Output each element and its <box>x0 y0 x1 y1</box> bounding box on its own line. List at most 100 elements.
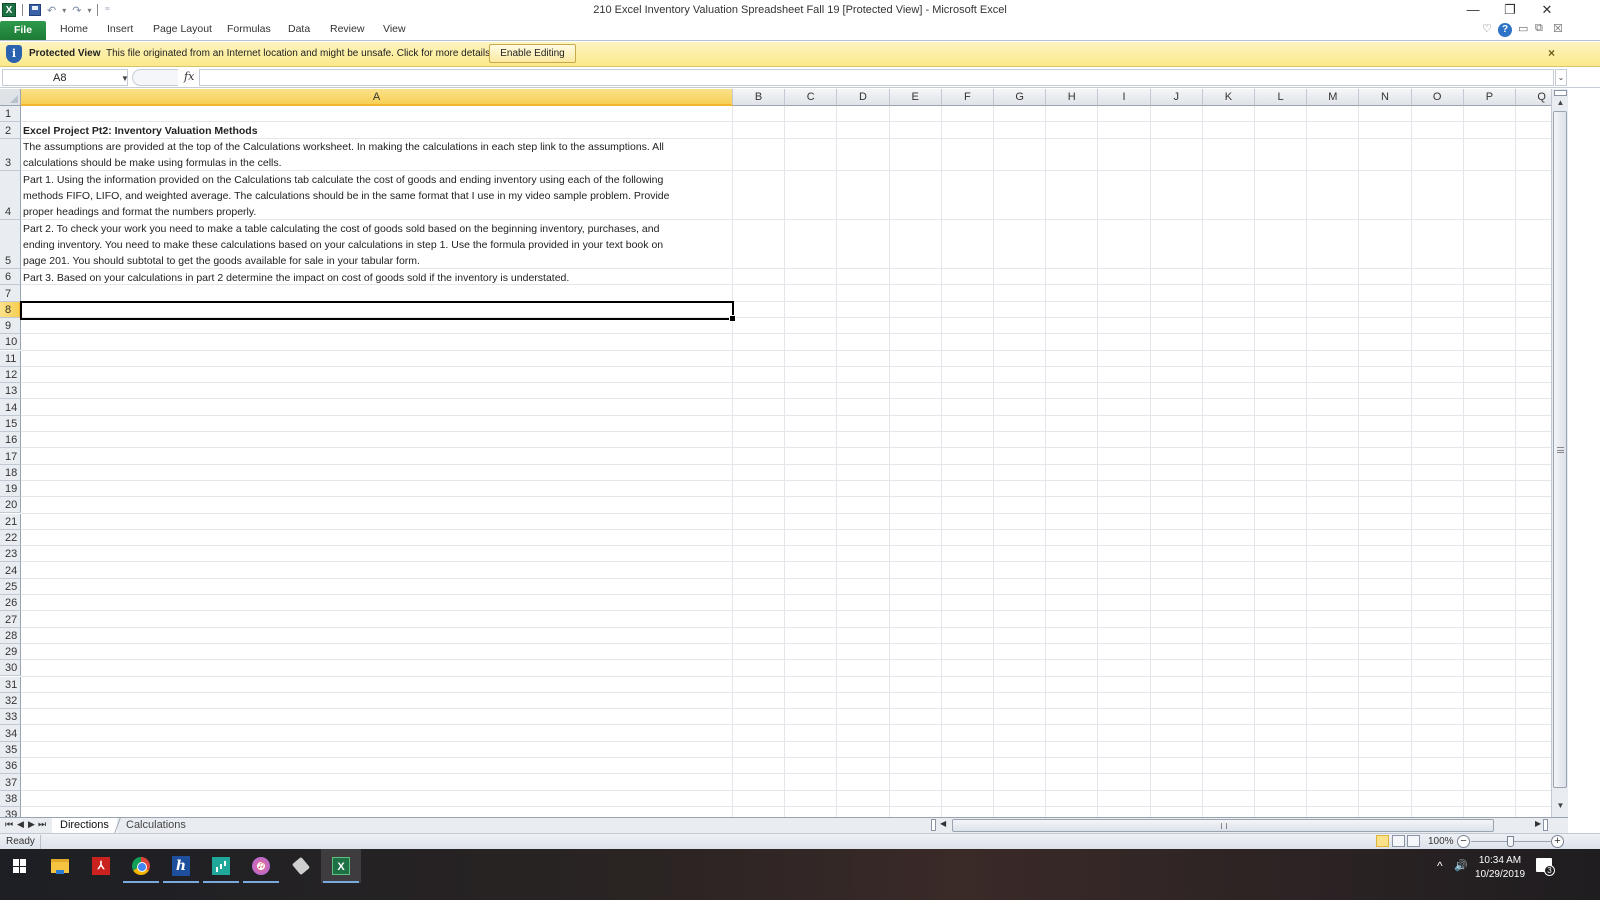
active-cell-a8[interactable] <box>20 301 736 322</box>
row-header-8[interactable]: 8 <box>0 301 21 318</box>
taskbar-tag-app[interactable] <box>281 849 321 883</box>
scroll-right-icon[interactable]: ▶ <box>1535 819 1541 828</box>
row-header-6[interactable]: 6 <box>0 269 21 286</box>
row-header-39[interactable]: 39 <box>0 806 21 817</box>
row-header-2[interactable]: 2 <box>0 122 21 139</box>
sheet-tab-calculations[interactable]: Calculations <box>114 818 197 833</box>
scroll-down-icon[interactable]: ▼ <box>1552 801 1569 813</box>
split-box[interactable] <box>1554 90 1567 96</box>
tab-formulas[interactable]: Formulas <box>227 23 271 35</box>
last-sheet-icon[interactable]: ⏭ <box>38 819 46 830</box>
taskbar-file-explorer[interactable] <box>40 849 80 883</box>
row-header-12[interactable]: 12 <box>0 366 21 384</box>
cell-a4-line-3[interactable]: proper headings and format the numbers p… <box>23 204 256 220</box>
zoom-out-button[interactable]: − <box>1457 835 1470 848</box>
column-header-h[interactable]: H <box>1046 89 1099 106</box>
row-header-7[interactable]: 7 <box>0 285 21 302</box>
tab-data[interactable]: Data <box>288 23 310 35</box>
taskbar-h-app[interactable]: h <box>161 849 201 883</box>
row-header-22[interactable]: 22 <box>0 529 21 547</box>
scroll-left-icon[interactable]: ◀ <box>940 819 946 828</box>
vertical-scroll-thumb[interactable] <box>1553 111 1567 788</box>
column-header-l[interactable]: L <box>1255 89 1308 106</box>
column-header-q[interactable]: Q <box>1516 89 1551 106</box>
taskbar-chrome[interactable] <box>121 849 161 883</box>
row-header-4[interactable]: 4 <box>0 171 21 221</box>
tab-file[interactable]: File <box>0 21 46 40</box>
row-header-29[interactable]: 29 <box>0 643 21 661</box>
row-header-33[interactable]: 33 <box>0 709 21 726</box>
cell-a5-line-1[interactable]: Part 2. To check your work you need to m… <box>23 221 659 237</box>
worksheet-grid[interactable]: ABCDEFGHIJKLMNOPQ 1 2 3 4 5 6 7 8 9 10 11 12 13 14 15 1… <box>0 89 1551 817</box>
enable-editing-button[interactable]: Enable Editing <box>489 44 576 63</box>
clock[interactable]: 10:34 AM 10/29/2019 <box>1470 854 1530 882</box>
restore-button[interactable]: ❐ <box>1495 2 1525 18</box>
column-header-m[interactable]: M <box>1307 89 1360 106</box>
name-box-dropdown-icon[interactable]: ▼ <box>121 74 129 83</box>
row-header-26[interactable]: 26 <box>0 595 21 612</box>
tab-review[interactable]: Review <box>330 23 364 35</box>
cell-a5-line-2[interactable]: ending inventory. You need to make these… <box>23 237 663 253</box>
taskbar-chart-app[interactable] <box>201 849 241 883</box>
row-header-17[interactable]: 17 <box>0 448 21 465</box>
close-button[interactable]: ✕ <box>1532 2 1562 18</box>
taskbar-acrobat[interactable]: ⅄ <box>81 849 121 883</box>
cell-a3-line-2[interactable]: calculations should be make using formul… <box>23 155 282 171</box>
tab-home[interactable]: Home <box>60 23 88 35</box>
zoom-in-button[interactable]: + <box>1551 835 1564 848</box>
row-header-15[interactable]: 15 <box>0 415 21 432</box>
protected-view-message[interactable]: This file originated from an Internet lo… <box>106 48 493 59</box>
formula-input[interactable] <box>199 69 1554 86</box>
row-header-14[interactable]: 14 <box>0 399 21 416</box>
taskbar-itunes[interactable]: ♫ <box>241 849 281 883</box>
row-header-27[interactable]: 27 <box>0 611 21 628</box>
column-header-i[interactable]: I <box>1098 89 1151 106</box>
row-header-23[interactable]: 23 <box>0 546 21 563</box>
minimize-ribbon-icon[interactable]: ♡ <box>1482 22 1492 35</box>
vertical-scrollbar[interactable]: ▲ ▼ <box>1551 89 1568 817</box>
row-header-11[interactable]: 11 <box>0 350 21 367</box>
first-sheet-icon[interactable]: ⏮ <box>5 819 13 830</box>
row-header-3[interactable]: 3 <box>0 138 21 172</box>
cell-a3-line-1[interactable]: The assumptions are provided at the top … <box>23 139 664 155</box>
column-header-b[interactable]: B <box>733 89 786 106</box>
prev-sheet-icon[interactable]: ◀ <box>17 819 24 830</box>
row-header-13[interactable]: 13 <box>0 383 21 400</box>
cell-a4-line-1[interactable]: Part 1. Using the information provided o… <box>23 172 663 188</box>
row-header-36[interactable]: 36 <box>0 758 21 775</box>
column-header-j[interactable]: J <box>1150 89 1203 106</box>
row-header-35[interactable]: 35 <box>0 741 21 758</box>
row-header-20[interactable]: 20 <box>0 497 21 514</box>
row-header-30[interactable]: 30 <box>0 660 21 677</box>
insert-function-icon[interactable]: fx <box>184 70 194 83</box>
formula-bar-handle[interactable] <box>132 69 178 86</box>
doc-minimize-icon[interactable]: ▭ <box>1518 22 1528 35</box>
select-all-button[interactable] <box>0 89 21 106</box>
start-button[interactable] <box>0 849 40 883</box>
horizontal-scroll-thumb[interactable] <box>952 819 1494 832</box>
tab-page-layout[interactable]: Page Layout <box>153 23 212 35</box>
row-header-9[interactable]: 9 <box>0 317 21 335</box>
row-header-18[interactable]: 18 <box>0 464 21 481</box>
column-header-e[interactable]: E <box>889 89 942 106</box>
row-header-16[interactable]: 16 <box>0 432 21 449</box>
tab-split-box[interactable] <box>931 819 936 831</box>
tab-insert[interactable]: Insert <box>107 23 133 35</box>
row-header-24[interactable]: 24 <box>0 562 21 579</box>
sheet-tab-directions[interactable]: Directions <box>52 818 117 833</box>
expand-formula-bar-icon[interactable]: ⌄ <box>1555 69 1567 86</box>
row-header-34[interactable]: 34 <box>0 725 21 742</box>
row-header-37[interactable]: 37 <box>0 774 21 791</box>
volume-icon[interactable]: 🔊 <box>1454 859 1468 872</box>
row-header-1[interactable]: 1 <box>0 106 21 123</box>
column-header-d[interactable]: D <box>837 89 890 106</box>
column-header-f[interactable]: F <box>941 89 994 106</box>
cell-a5-line-3[interactable]: page 201. You should subtotal to get the… <box>23 253 420 269</box>
minimize-button[interactable]: — <box>1458 2 1488 17</box>
column-header-c[interactable]: C <box>785 89 838 106</box>
column-header-g[interactable]: G <box>994 89 1047 106</box>
page-break-view-button[interactable] <box>1407 835 1420 847</box>
row-header-10[interactable]: 10 <box>0 334 21 351</box>
page-layout-view-button[interactable] <box>1392 835 1405 847</box>
column-header-a[interactable]: A <box>21 89 733 106</box>
